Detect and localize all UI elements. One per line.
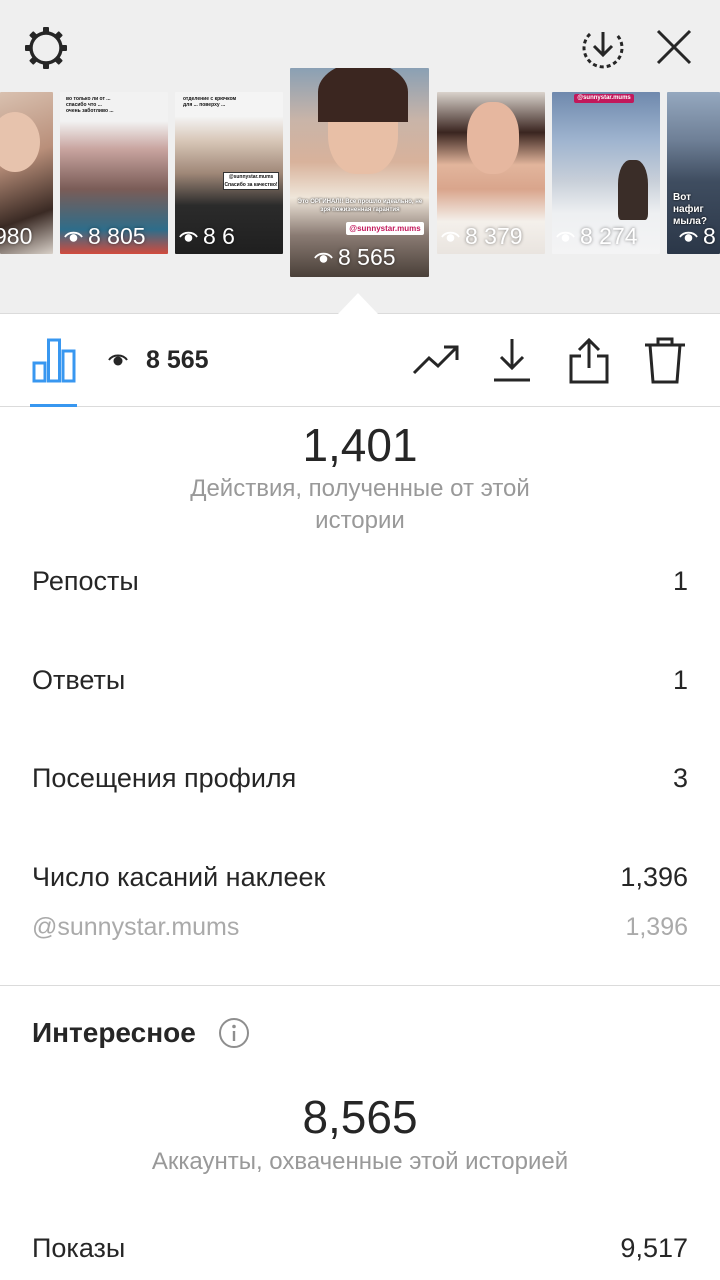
stat-label: Число касаний наклеек: [32, 862, 326, 892]
story-views: 8 805: [64, 223, 146, 250]
promote-button[interactable]: [410, 336, 462, 384]
section-divider: [0, 985, 720, 986]
download-icon: [494, 339, 530, 382]
download-circle-icon: [582, 32, 624, 69]
eye-icon: [314, 252, 333, 263]
story-thumbnail[interactable]: отделение с крючком для ... поверху ... …: [175, 92, 283, 254]
close-icon: [656, 29, 692, 65]
story-thumbnail[interactable]: 8 379: [437, 92, 545, 254]
story-views: 8 6: [179, 223, 235, 250]
story-thumbnail[interactable]: @sunnystar.mums 8 274: [552, 92, 660, 254]
eye-icon: [441, 231, 460, 242]
share-icon: [569, 337, 609, 384]
views-counter[interactable]: 8 565: [108, 335, 209, 385]
stat-row-sticker-mention[interactable]: @sunnystar.mums 1,396: [32, 913, 688, 942]
story-thumbnail[interactable]: Вот нафиг мыла? 8: [667, 92, 720, 254]
active-tab-indicator: [30, 404, 77, 407]
eye-icon: [64, 231, 83, 242]
story-thumbnail[interactable]: 980: [0, 92, 53, 254]
insights-tab[interactable]: [30, 335, 78, 385]
interactions-caption: Действия, полученные от этой истории: [190, 475, 530, 534]
stat-value: 1: [672, 665, 688, 695]
info-icon[interactable]: [218, 1017, 250, 1049]
delete-button[interactable]: [640, 334, 690, 386]
stat-value: 1,396: [625, 913, 688, 941]
stat-row-replies: Ответы 1: [32, 665, 688, 696]
stat-label: Репосты: [32, 566, 139, 596]
discovery-section-header: Интересное: [32, 1017, 250, 1049]
story-sticker: @sunnystar.mums Спасибо за качество!: [223, 172, 279, 190]
story-views: 8 379: [441, 223, 523, 250]
selected-story-pointer: [338, 293, 378, 314]
views-count-value: 8 565: [146, 345, 209, 374]
download-button[interactable]: [488, 334, 536, 386]
stat-row-sticker-taps: Число касаний наклеек 1,396: [32, 862, 688, 893]
stat-label: @sunnystar.mums: [32, 913, 240, 941]
stat-value: 9,517: [620, 1233, 688, 1263]
story-views: 8 274: [556, 223, 638, 250]
gear-icon: [25, 27, 67, 69]
interactions-total: 1,401: [302, 419, 418, 471]
story-thumbnail-selected[interactable]: Это ОРГИНАЛ!! Все прошло идеально, не зр…: [290, 68, 429, 277]
stat-value: 1,396: [620, 862, 688, 892]
stat-row-impressions: Показы 9,517: [32, 1233, 688, 1264]
stat-row-profile-visits: Посещения профиля 3: [32, 763, 688, 794]
story-tag: @sunnystar.mums: [574, 94, 634, 103]
eye-icon: [179, 231, 198, 242]
bar-chart-icon: [32, 338, 76, 383]
eye-icon: [679, 231, 698, 242]
share-button[interactable]: [564, 334, 614, 386]
stat-label: Ответы: [32, 665, 126, 695]
story-thumbnail-strip[interactable]: 980 во только ли от ... спасибо что ... …: [0, 68, 720, 283]
section-title: Интересное: [32, 1017, 196, 1048]
story-thumbnail[interactable]: во только ли от ... спасибо что ... очен…: [60, 92, 168, 254]
eye-icon: [556, 231, 575, 242]
trending-up-icon: [412, 345, 459, 375]
story-sticker: @sunnystar.mums: [346, 222, 424, 235]
stat-row-reposts: Репосты 1: [32, 566, 688, 597]
trash-icon: [645, 337, 685, 384]
stat-value: 1: [672, 566, 688, 596]
story-views: 8: [679, 223, 716, 250]
stat-value: 3: [672, 763, 688, 793]
reach-total: 8,565: [302, 1091, 418, 1143]
story-caption: Это ОРГИНАЛ!! Все прошло идеально, не зр…: [297, 199, 423, 213]
reach-caption: Аккаунты, охваченные этой историей: [151, 1148, 569, 1175]
eye-icon: [108, 354, 128, 366]
stat-label: Посещения профиля: [32, 763, 297, 793]
story-views: 8 565: [314, 244, 396, 271]
stat-label: Показы: [32, 1233, 126, 1263]
story-views: 980: [0, 223, 33, 249]
